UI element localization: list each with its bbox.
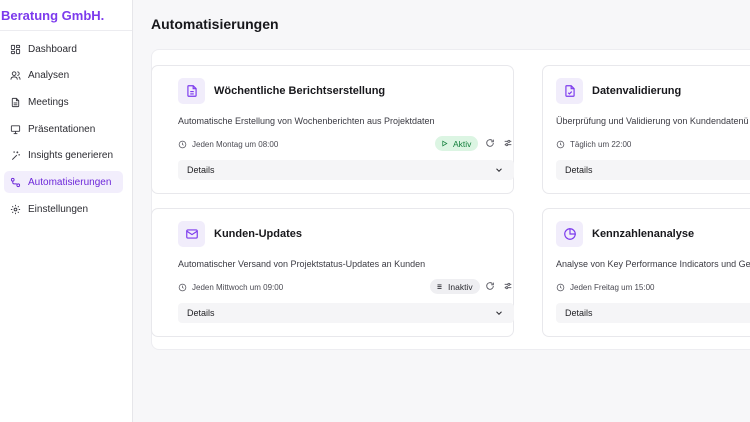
card-schedule: Jeden Freitag um 15:00 (556, 281, 655, 293)
file-check-icon (556, 78, 583, 104)
sidebar-item-label: Meetings (28, 96, 69, 108)
sidebar-item-label: Einstellungen (28, 203, 89, 215)
card-schedule: Jeden Montag um 08:00 (178, 138, 278, 150)
card-schedule: Täglich um 22:00 (556, 138, 631, 150)
sidebar-item-einstellungen[interactable]: Einstellungen (4, 198, 123, 220)
status-label: Aktiv (453, 138, 472, 149)
brand-name: Beratung GmbH. (0, 0, 132, 31)
sidebar-item-label: Präsentationen (28, 123, 96, 135)
card-description: Analyse von Key Performance Indicators u… (556, 259, 750, 269)
details-toggle[interactable]: Details (178, 160, 514, 180)
sidebar-item-label: Dashboard (28, 43, 77, 55)
automation-card: Datenvalidierung Überprüfung und Validie… (542, 65, 750, 194)
status-badge-toggle[interactable]: Aktiv (435, 136, 479, 151)
sidebar-item-label: Insights generieren (28, 150, 114, 162)
pie-chart-icon (556, 221, 583, 247)
dashboard-icon (10, 44, 21, 55)
sidebar-item-label: Automatisierungen (28, 176, 112, 188)
status-label: Inaktiv (448, 281, 473, 292)
sliders-icon (504, 282, 512, 290)
chevron-down-icon (496, 311, 502, 315)
sliders-icon (504, 139, 512, 147)
details-toggle[interactable]: Details (178, 303, 514, 323)
schedule-text: Jeden Mittwoch um 09:00 (192, 282, 284, 292)
card-title: Kennzahlenanalyse (592, 228, 695, 240)
users-icon (10, 70, 21, 81)
automation-card: Kunden-Updates Automatischer Versand von… (151, 208, 514, 337)
details-label: Details (565, 165, 593, 175)
sidebar-item-praesentationen[interactable]: Präsentationen (4, 118, 123, 140)
automation-card: Wöchentliche Berichtserstellung Automati… (151, 65, 514, 194)
mail-icon (178, 221, 205, 247)
schedule-text: Täglich um 22:00 (570, 139, 632, 149)
file-text-icon (178, 78, 205, 104)
details-label: Details (187, 308, 215, 318)
sidebar-item-analysen[interactable]: Analysen (4, 65, 123, 87)
sidebar-item-automatisierungen[interactable]: Automatisierungen (4, 171, 123, 194)
clock-icon (178, 140, 187, 148)
sidebar: Beratung GmbH. Dashboard Analysen Meetin… (0, 0, 133, 422)
details-toggle[interactable]: Details (556, 303, 750, 323)
automation-card: Kennzahlenanalyse Analyse von Key Perfor… (542, 208, 750, 337)
sidebar-nav: Dashboard Analysen Meetings Präsentation… (0, 31, 132, 220)
sidebar-item-label: Analysen (28, 70, 70, 82)
card-schedule: Jeden Mittwoch um 09:00 (178, 281, 283, 293)
workflow-icon (10, 177, 21, 188)
card-description: Automatischer Versand von Projektstatus-… (178, 259, 426, 269)
settings-button[interactable] (502, 137, 514, 149)
schedule-text: Jeden Freitag um 15:00 (570, 282, 655, 292)
sidebar-item-insights[interactable]: Insights generieren (4, 145, 123, 167)
gear-icon (10, 204, 21, 215)
status-badge-toggle[interactable]: Inaktiv (430, 279, 480, 294)
automations-panel: Wöchentliche Berichtserstellung Automati… (151, 49, 750, 350)
card-title: Wöchentliche Berichtserstellung (214, 85, 386, 97)
refresh-button[interactable] (484, 280, 496, 292)
main-content: Automatisierungen Wöchentliche Berichtse… (134, 0, 750, 422)
details-label: Details (187, 165, 215, 175)
refresh-icon (486, 282, 494, 290)
clock-icon (556, 140, 565, 148)
card-title: Kunden-Updates (214, 228, 302, 240)
page-title: Automatisierungen (151, 16, 279, 32)
details-toggle[interactable]: Details (556, 160, 750, 180)
card-description: Überprüfung und Validierung von Kundenda… (556, 116, 749, 126)
refresh-icon (486, 139, 494, 147)
play-icon (442, 140, 448, 147)
sidebar-item-meetings[interactable]: Meetings (4, 91, 123, 113)
sparkles-icon (10, 150, 21, 161)
clock-icon (178, 283, 187, 291)
settings-button[interactable] (502, 280, 514, 292)
clock-icon (556, 283, 565, 291)
refresh-button[interactable] (484, 137, 496, 149)
chevron-down-icon (496, 168, 502, 172)
schedule-text: Jeden Montag um 08:00 (192, 139, 279, 149)
card-description: Automatische Erstellung von Wochenberich… (178, 116, 435, 126)
sidebar-item-dashboard[interactable]: Dashboard (4, 38, 123, 60)
document-icon (10, 97, 21, 108)
details-label: Details (565, 308, 593, 318)
presentation-icon (10, 124, 21, 135)
card-title: Datenvalidierung (592, 85, 682, 97)
pause-icon (437, 284, 442, 289)
